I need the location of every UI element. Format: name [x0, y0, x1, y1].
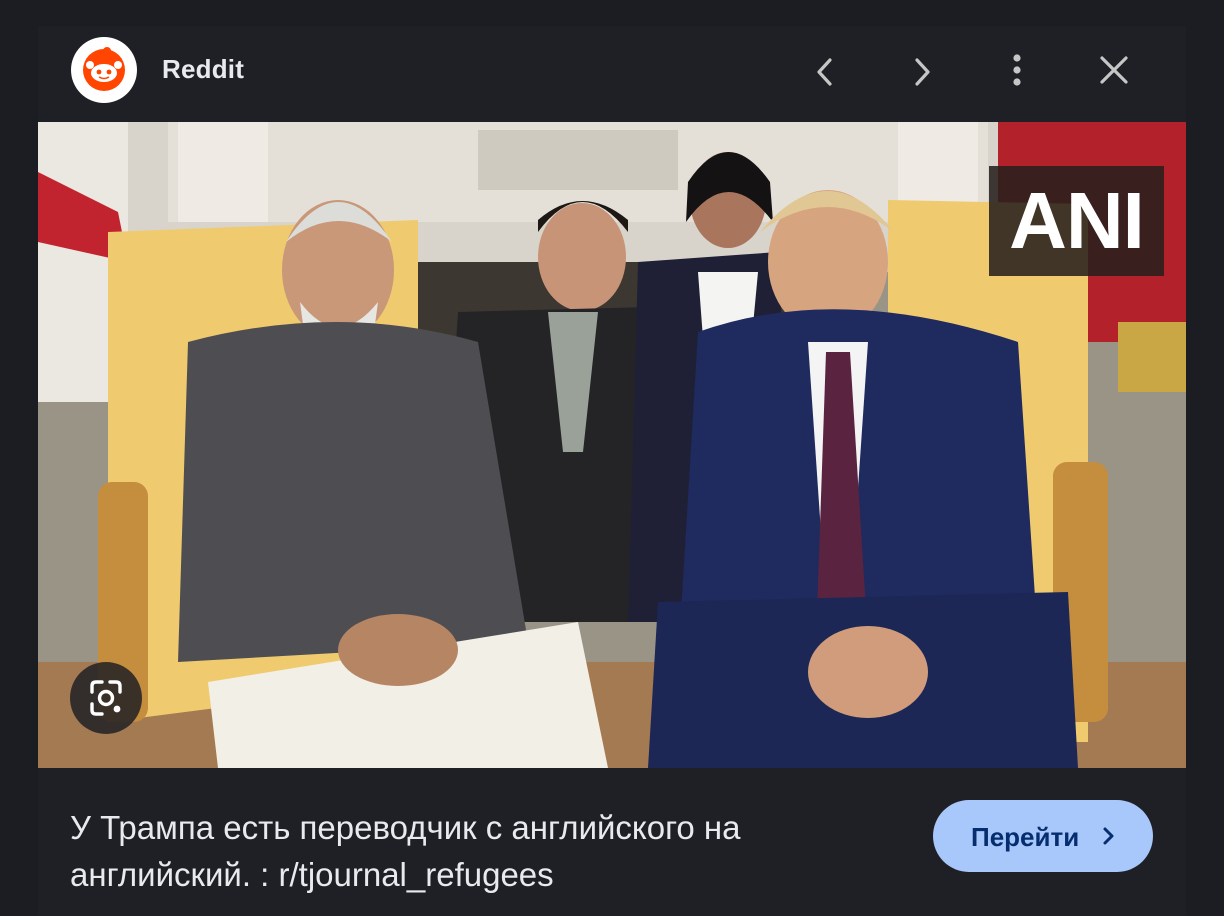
more-options-button[interactable] — [993, 48, 1041, 96]
viewer-header: Reddit — [38, 26, 1186, 122]
chevron-left-icon — [817, 58, 832, 86]
chevron-right-icon — [1103, 827, 1114, 845]
google-lens-icon — [90, 680, 122, 716]
next-button[interactable] — [898, 48, 946, 96]
caption-line-2: английский. : r/tjournal_refugees — [70, 856, 554, 893]
preview-image[interactable]: ANI — [38, 122, 1186, 768]
image-viewer-panel: Reddit ANI У Трампа есть переводчик с ан… — [38, 26, 1186, 916]
close-icon — [1100, 56, 1128, 84]
visit-button-label: Перейти — [971, 822, 1080, 852]
caption-line-1: У Трампа есть переводчик с английского н… — [70, 809, 741, 846]
close-button[interactable] — [1090, 48, 1138, 96]
result-caption[interactable]: У Трампа есть переводчик с английского н… — [70, 804, 840, 898]
reddit-logo-icon[interactable] — [71, 37, 137, 103]
visit-button[interactable]: Перейти — [933, 800, 1153, 872]
previous-button[interactable] — [801, 48, 849, 96]
more-vert-icon — [1013, 54, 1021, 86]
google-lens-button[interactable] — [70, 662, 142, 734]
chevron-right-icon — [915, 58, 930, 86]
ani-watermark: ANI — [989, 166, 1164, 276]
source-name[interactable]: Reddit — [162, 54, 244, 85]
